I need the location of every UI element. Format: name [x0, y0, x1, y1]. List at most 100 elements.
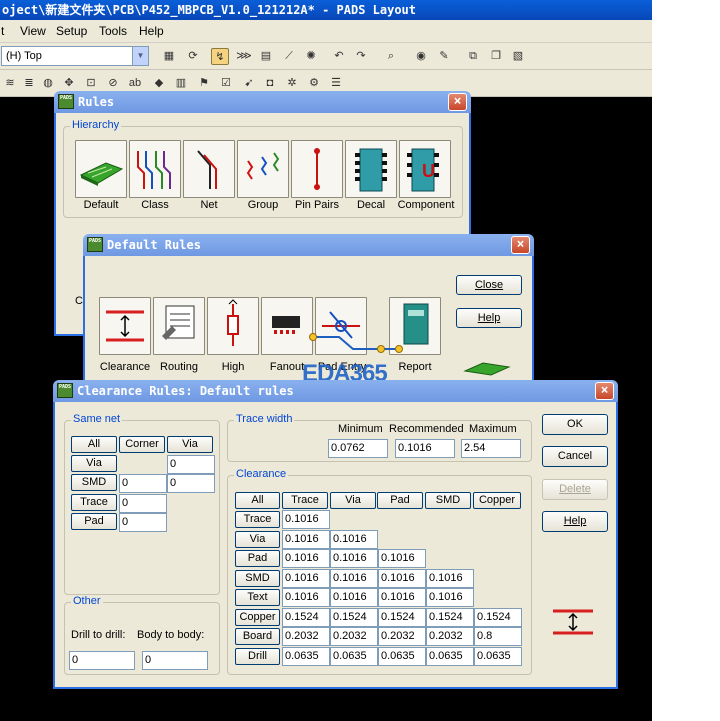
tree-icon[interactable]: ⚙	[305, 75, 323, 92]
clearance-all-button[interactable]: All	[235, 492, 280, 509]
menu-item-setup[interactable]: Setup	[56, 24, 87, 38]
menu-item-file[interactable]: t	[1, 24, 4, 38]
same-net-corner-button[interactable]: Corner	[119, 436, 165, 453]
clearance-drill-pad-field[interactable]: 0.0635	[378, 647, 426, 666]
clearance-copper-pad-field[interactable]: 0.1524	[378, 608, 426, 627]
clearance-row-smd[interactable]: SMD	[235, 570, 280, 587]
close-button[interactable]: Close	[456, 275, 522, 295]
clearance-row-copper[interactable]: Copper	[235, 609, 280, 626]
refresh-icon[interactable]: ⟳	[184, 48, 202, 65]
clearance-copper-copper-field[interactable]: 0.1524	[474, 608, 522, 627]
clearance-smd-via-field[interactable]: 0.1016	[330, 569, 378, 588]
routing-rule-button[interactable]	[153, 297, 205, 355]
clearance-col-via[interactable]: Via	[330, 492, 376, 509]
clearance-col-copper[interactable]: Copper	[473, 492, 521, 509]
close-icon[interactable]: ×	[511, 236, 530, 254]
close-icon[interactable]: ×	[448, 93, 467, 111]
properties-icon[interactable]: ▦	[160, 48, 178, 65]
trace-width-recommended-field[interactable]: 0.1016	[395, 439, 455, 458]
clearance-col-pad[interactable]: Pad	[377, 492, 423, 509]
clearance-col-smd[interactable]: SMD	[425, 492, 471, 509]
high-speed-rule-button[interactable]	[207, 297, 259, 355]
select-icon[interactable]: ⊡	[82, 75, 100, 92]
clearance-pad-trace-field[interactable]: 0.1016	[282, 549, 330, 568]
clearance-row-trace[interactable]: Trace	[235, 511, 280, 528]
clearance-board-via-field[interactable]: 0.2032	[330, 627, 378, 646]
paint-icon[interactable]: ✎	[435, 48, 453, 65]
undo-icon[interactable]: ↶	[330, 48, 348, 65]
bga-icon[interactable]: ✺	[302, 48, 320, 65]
cancel-button[interactable]: Cancel	[542, 446, 608, 467]
clearance-text-smd-field[interactable]: 0.1016	[426, 588, 474, 607]
trace-width-max-field[interactable]: 2.54	[461, 439, 521, 458]
clearance-text-via-field[interactable]: 0.1016	[330, 588, 378, 607]
clearance-row-via[interactable]: Via	[235, 531, 280, 548]
clearance-text-pad-field[interactable]: 0.1016	[378, 588, 426, 607]
route-icon[interactable]: ≋	[1, 75, 19, 92]
clearance-drill-trace-field[interactable]: 0.0635	[282, 647, 330, 666]
flag-icon[interactable]: ⚑	[195, 75, 213, 92]
same-net-smd-corner-field[interactable]: 0	[119, 474, 167, 493]
ecotoolbar-icon[interactable]: ▤	[257, 48, 275, 65]
clearance-smd-smd-field[interactable]: 0.1016	[426, 569, 474, 588]
pin-pairs-rule-button[interactable]	[291, 140, 343, 198]
ok-button[interactable]: OK	[542, 414, 608, 435]
redo-icon[interactable]: ↷	[352, 48, 370, 65]
component-icon[interactable]: ◆	[150, 75, 168, 92]
clearance-board-copper-field[interactable]: 0.8	[474, 627, 522, 646]
menu-item-help[interactable]: Help	[139, 24, 164, 38]
same-net-via-via-field[interactable]: 0	[167, 455, 215, 474]
clearance-text-trace-field[interactable]: 0.1016	[282, 588, 330, 607]
clearance-pad-pad-field[interactable]: 0.1016	[378, 549, 426, 568]
group-rule-button[interactable]	[237, 140, 289, 198]
drill-to-drill-field[interactable]: 0	[69, 651, 135, 670]
draft-icon[interactable]: ⟋	[280, 48, 298, 65]
globe-icon[interactable]: ◍	[39, 75, 57, 92]
clearance-row-pad[interactable]: Pad	[235, 550, 280, 567]
component-rule-button[interactable]: U	[399, 140, 451, 198]
same-net-via-button[interactable]: Via	[167, 436, 213, 453]
clearance-rule-button[interactable]	[99, 297, 151, 355]
clearance-row-drill[interactable]: Drill	[235, 648, 280, 665]
record-icon[interactable]: ◘	[261, 75, 279, 92]
clearance-smd-pad-field[interactable]: 0.1016	[378, 569, 426, 588]
default-rule-button[interactable]	[75, 140, 127, 198]
menu-item-tools[interactable]: Tools	[99, 24, 127, 38]
clearance-copper-trace-field[interactable]: 0.1524	[282, 608, 330, 627]
clearance-row-text[interactable]: Text	[235, 589, 280, 606]
delete-icon[interactable]: ⊘	[104, 75, 122, 92]
design-toolbar-icon[interactable]: ↯	[211, 48, 229, 65]
clearance-copper-via-field[interactable]: 0.1524	[330, 608, 378, 627]
class-rule-button[interactable]	[129, 140, 181, 198]
clearance-via-trace-field[interactable]: 0.1016	[282, 530, 330, 549]
layer-stack-icon[interactable]: ≣	[20, 75, 38, 92]
layers-icon[interactable]: ▧	[509, 48, 527, 65]
same-net-smd-via-field[interactable]: 0	[167, 474, 215, 493]
default-help-button[interactable]: Help	[456, 308, 522, 328]
same-net-pad-corner-field[interactable]: 0	[119, 513, 167, 532]
clearance-drill-copper-field[interactable]: 0.0635	[474, 647, 522, 666]
clearance-help-button[interactable]: Help	[542, 511, 608, 532]
clearance-drill-smd-field[interactable]: 0.0635	[426, 647, 474, 666]
clearance-board-pad-field[interactable]: 0.2032	[378, 627, 426, 646]
zoom-icon[interactable]: ⌕	[382, 48, 400, 65]
same-net-row-smd[interactable]: SMD	[71, 474, 117, 491]
text-icon[interactable]: ab	[126, 75, 144, 92]
window-icon[interactable]: ⧉	[464, 48, 482, 65]
list-icon[interactable]: ☰	[327, 75, 345, 92]
clearance-board-trace-field[interactable]: 0.2032	[282, 627, 330, 646]
tile-icon[interactable]: ❐	[487, 48, 505, 65]
same-net-row-via[interactable]: Via	[71, 455, 117, 472]
clearance-pad-via-field[interactable]: 0.1016	[330, 549, 378, 568]
spin-icon[interactable]: ✲	[283, 75, 301, 92]
same-net-row-trace[interactable]: Trace	[71, 494, 117, 511]
clearance-board-smd-field[interactable]: 0.2032	[426, 627, 474, 646]
body-to-body-field[interactable]: 0	[142, 651, 208, 670]
clearance-drill-via-field[interactable]: 0.0635	[330, 647, 378, 666]
net-rule-button[interactable]	[183, 140, 235, 198]
library-icon[interactable]: ▥	[172, 75, 190, 92]
chevron-down-icon[interactable]: ▼	[132, 47, 148, 65]
view-icon[interactable]: ◉	[412, 48, 430, 65]
clearance-row-board[interactable]: Board	[235, 628, 280, 645]
same-net-row-pad[interactable]: Pad	[71, 513, 117, 530]
